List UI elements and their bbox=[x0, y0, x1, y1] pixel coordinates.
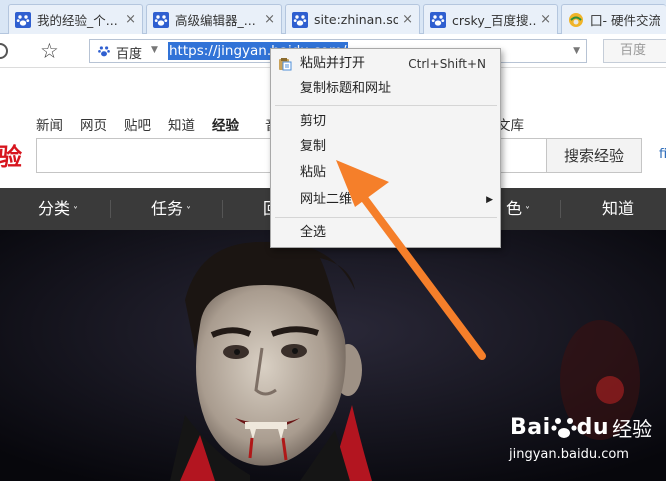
star-icon[interactable]: ☆ bbox=[40, 38, 59, 64]
menu-item-label: 粘贴并打开 bbox=[300, 56, 366, 71]
menu-item-label: 复制标题和网址 bbox=[300, 81, 392, 96]
baidu-paw-icon bbox=[292, 11, 308, 28]
close-icon[interactable]: × bbox=[402, 12, 413, 27]
search-engine-name[interactable]: 百度 bbox=[116, 43, 142, 62]
close-icon[interactable]: × bbox=[540, 12, 551, 27]
context-menu: 粘贴并打开 Ctrl+Shift+N 复制标题和网址 剪切 复制 粘贴 网址二维… bbox=[270, 48, 501, 248]
tab-title: 高级编辑器_... bbox=[175, 13, 256, 28]
menu-item-qr-code[interactable]: 网址二维 ▶ bbox=[271, 188, 500, 212]
baidu-paw-icon[interactable] bbox=[97, 44, 111, 58]
category-zhidao[interactable]: 知道 bbox=[602, 188, 634, 230]
globe-icon bbox=[569, 12, 583, 27]
submenu-arrow-icon: ▶ bbox=[486, 195, 493, 205]
category-fenlei[interactable]: 分类 ˅ bbox=[38, 188, 78, 230]
baidu-paw-icon bbox=[15, 11, 31, 28]
divider bbox=[110, 200, 111, 218]
watermark-domain: jingyan.baidu.com bbox=[509, 447, 629, 462]
category-label: 色 bbox=[506, 199, 523, 218]
chevron-down-icon: ˅ bbox=[73, 206, 79, 217]
paste-icon bbox=[279, 58, 292, 71]
menu-item-label: 粘贴 bbox=[300, 165, 327, 180]
chevron-down-icon: ˅ bbox=[525, 206, 531, 217]
menu-item-paste-and-open[interactable]: 粘贴并打开 Ctrl+Shift+N bbox=[271, 52, 500, 76]
menu-item-label: 网址二维 bbox=[300, 192, 353, 207]
menu-item-cut[interactable]: 剪切 bbox=[271, 110, 500, 134]
tab-title: 我的经验_个... bbox=[37, 13, 118, 28]
watermark-brand-suffix: du bbox=[576, 415, 610, 440]
menu-item-select-all[interactable]: 全选 bbox=[271, 221, 500, 245]
chevron-down-icon[interactable]: ▼ bbox=[151, 45, 158, 55]
tab-title: 囗- 硬件交流... bbox=[590, 13, 660, 28]
menu-separator bbox=[275, 217, 497, 218]
tab-2[interactable]: 高级编辑器_... × bbox=[146, 4, 282, 34]
chevron-down-icon: ˅ bbox=[186, 206, 192, 217]
baidu-paw-icon bbox=[551, 417, 577, 438]
tab-5[interactable]: 囗- 硬件交流... bbox=[561, 4, 666, 34]
nav-link-wenku[interactable]: 文库 bbox=[497, 114, 524, 134]
watermark-brand: Bai bbox=[510, 415, 551, 440]
watermark-jingyan: 经验 bbox=[612, 417, 653, 441]
tab-4[interactable]: crsky_百度搜... × bbox=[423, 4, 558, 34]
menu-item-copy[interactable]: 复制 bbox=[271, 135, 500, 159]
link-fragment[interactable]: fi bbox=[659, 147, 666, 162]
menu-item-copy-title-url[interactable]: 复制标题和网址 bbox=[271, 77, 500, 101]
menu-item-paste[interactable]: 粘贴 bbox=[271, 161, 500, 185]
tab-title: crsky_百度搜... bbox=[452, 13, 537, 28]
baidu-paw-icon bbox=[153, 11, 169, 28]
tab-title: site:zhinan.so... bbox=[314, 12, 398, 27]
category-renwu[interactable]: 任务 ˅ bbox=[151, 188, 191, 230]
category-label: 知道 bbox=[602, 199, 635, 218]
baidu-paw-icon bbox=[430, 11, 446, 28]
menu-item-label: 全选 bbox=[300, 225, 327, 240]
banner-photo bbox=[0, 230, 666, 481]
chevron-down-icon[interactable]: ▼ bbox=[573, 46, 580, 56]
site-logo[interactable]: 验 bbox=[0, 137, 22, 172]
tab-1[interactable]: 我的经验_个... × bbox=[8, 4, 143, 34]
top-nav: 新闻 网页 贴吧 知道 经验 bbox=[36, 114, 256, 134]
nav-link-tieba[interactable]: 贴吧 bbox=[124, 114, 151, 134]
close-icon[interactable]: × bbox=[264, 12, 275, 27]
divider bbox=[560, 200, 561, 218]
nav-link-jingyan[interactable]: 经验 bbox=[212, 114, 239, 134]
menu-item-label: 复制 bbox=[300, 139, 327, 154]
vampire-portrait-image bbox=[0, 230, 666, 481]
toolbar-search-box[interactable]: 百度 bbox=[603, 39, 666, 63]
baidu-jingyan-watermark: Bai du 经验 bbox=[510, 413, 652, 442]
browser-tab-bar: 我的经验_个... × 高级编辑器_... × site:zhinan.so..… bbox=[0, 0, 666, 34]
nav-link-zhidao[interactable]: 知道 bbox=[168, 114, 195, 134]
search-button[interactable]: 搜索经验 bbox=[546, 138, 642, 173]
close-icon[interactable]: × bbox=[125, 12, 136, 27]
refresh-icon[interactable] bbox=[0, 43, 8, 59]
category-label: 任务 bbox=[151, 199, 184, 218]
category-label: 分类 bbox=[38, 199, 71, 218]
nav-link-web[interactable]: 网页 bbox=[80, 114, 107, 134]
divider bbox=[222, 200, 223, 218]
menu-separator bbox=[275, 105, 497, 106]
category-tese[interactable]: 色 ˅ bbox=[506, 188, 530, 230]
tab-3[interactable]: site:zhinan.so... × bbox=[285, 4, 420, 34]
menu-item-label: 剪切 bbox=[300, 114, 327, 129]
menu-item-shortcut: Ctrl+Shift+N bbox=[408, 57, 486, 71]
nav-link-news[interactable]: 新闻 bbox=[36, 114, 63, 134]
